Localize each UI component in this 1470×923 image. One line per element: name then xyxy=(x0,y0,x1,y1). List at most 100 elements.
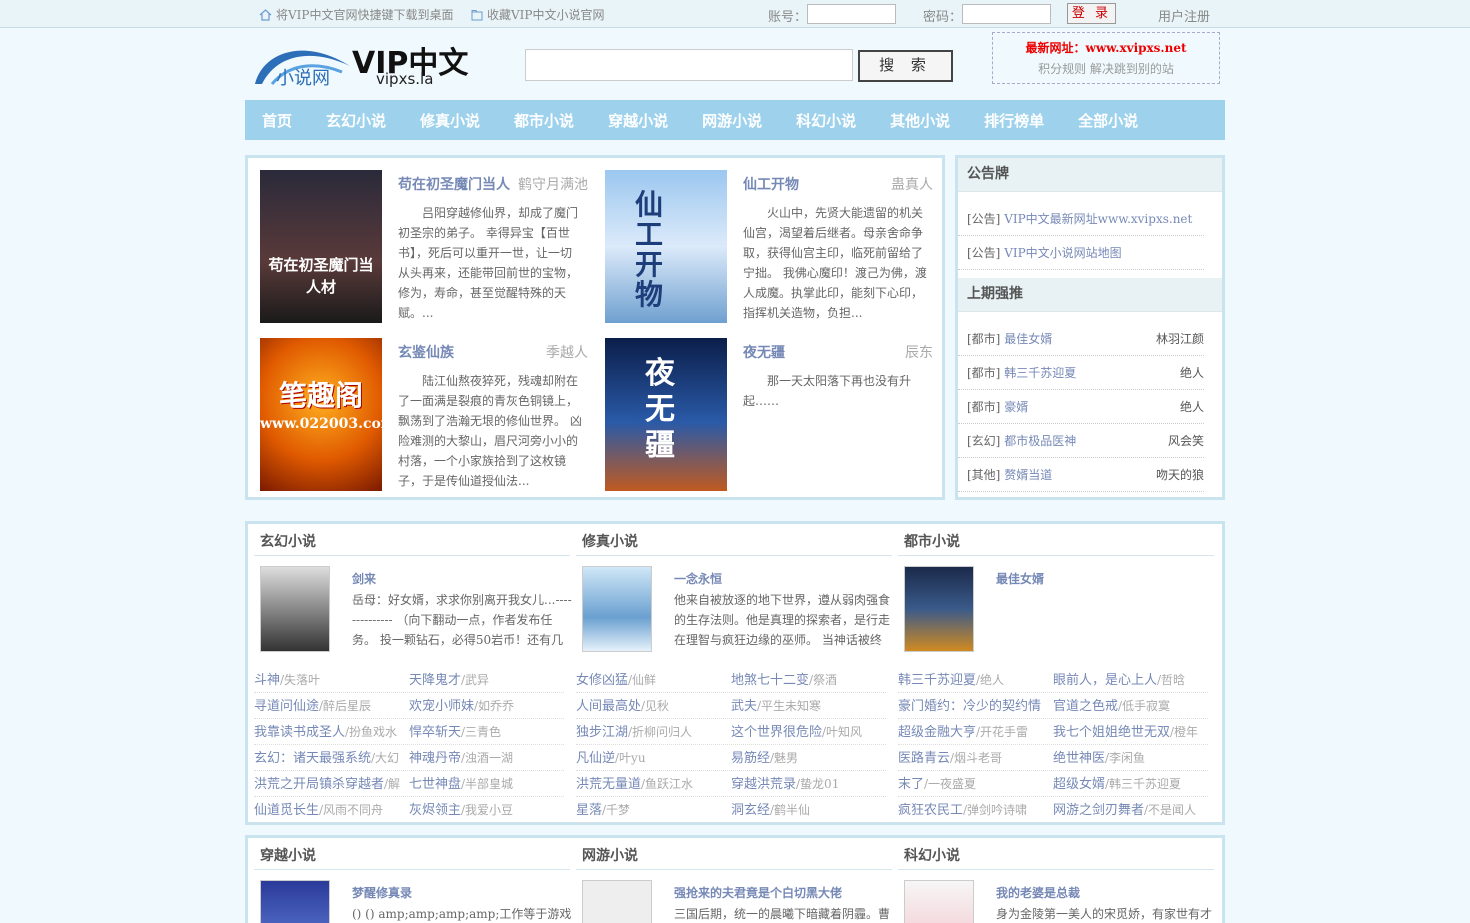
list-item-title[interactable]: 星落 xyxy=(576,803,602,818)
list-item[interactable]: 寻道问仙途/醉后星辰 xyxy=(254,693,409,718)
list-item[interactable]: 网游之剑刃舞者/不是闻人 xyxy=(1053,797,1208,822)
book-cover[interactable]: 笔趣阁 www.022003.com xyxy=(260,338,382,491)
recommend-item[interactable]: [都市] 韩三千苏迎夏 绝人 xyxy=(958,356,1204,390)
book-thumb[interactable] xyxy=(904,566,974,652)
list-item-title[interactable]: 仙道觅长生 xyxy=(254,803,319,818)
list-item[interactable]: 凡仙逆/叶yu xyxy=(576,745,731,770)
list-item-title[interactable]: 斗神 xyxy=(254,673,280,688)
list-item[interactable]: 斗神/失落叶 xyxy=(254,667,409,692)
list-item[interactable]: 洪荒无量道/鱼跃江水 xyxy=(576,771,731,796)
book-thumb[interactable] xyxy=(582,880,652,923)
nav-kehuan[interactable]: 科幻小说 xyxy=(796,110,856,131)
list-item-title[interactable]: 七世神盘 xyxy=(409,777,461,792)
list-item[interactable]: 疯狂农民工/弹剑吟诗啸 xyxy=(898,797,1053,822)
list-item[interactable]: 易筋经/魅男 xyxy=(731,745,886,770)
list-item-title[interactable]: 网游之剑刃舞者 xyxy=(1053,803,1144,818)
list-item[interactable]: 武夫/平生未知寒 xyxy=(731,693,886,718)
list-item[interactable]: 洞玄经/鹤半仙 xyxy=(731,797,886,822)
list-item[interactable]: 天降鬼才/武异 xyxy=(409,667,564,692)
list-item-title[interactable]: 神魂丹帝 xyxy=(409,751,461,766)
list-item-title[interactable]: 独步江湖 xyxy=(576,725,628,740)
nav-dushi[interactable]: 都市小说 xyxy=(514,110,574,131)
login-button[interactable]: 登 录 xyxy=(1067,3,1116,24)
nav-xuanhuan[interactable]: 玄幻小说 xyxy=(326,110,386,131)
nav-wangyou[interactable]: 网游小说 xyxy=(702,110,762,131)
list-item-title[interactable]: 凡仙逆 xyxy=(576,751,615,766)
nav-qita[interactable]: 其他小说 xyxy=(890,110,950,131)
list-item[interactable]: 仙道觅长生/风雨不同舟 xyxy=(254,797,409,822)
list-item-title[interactable]: 我靠读书成圣人 xyxy=(254,725,345,740)
section-featured-title[interactable]: 我的老婆是总裁 xyxy=(996,884,1080,901)
list-item[interactable]: 女修凶猛/仙鲜 xyxy=(576,667,731,692)
list-item-title[interactable]: 人间最高处 xyxy=(576,699,641,714)
list-item[interactable]: 欢宠小师妹/如乔乔 xyxy=(409,693,564,718)
list-item[interactable]: 七世神盘/半部皇城 xyxy=(409,771,564,796)
recommend-title-link[interactable]: 韩三千苏迎夏 xyxy=(1004,364,1076,381)
shortcut-link[interactable]: 将VIP中文官网快捷键下载到桌面 xyxy=(259,6,453,23)
list-item[interactable]: 我七个姐姐绝世无双/橙年 xyxy=(1053,719,1208,744)
list-item[interactable]: 穿越洪荒录/蛰龙01 xyxy=(731,771,886,796)
featured-title[interactable]: 夜无疆 xyxy=(743,342,785,362)
list-item[interactable]: 人间最高处/见秋 xyxy=(576,693,731,718)
book-cover[interactable]: 仙工开物 xyxy=(605,170,727,323)
book-cover[interactable]: 夜无疆 xyxy=(605,338,727,491)
list-item-title[interactable]: 玄幻：诸天最强系统 xyxy=(254,751,371,766)
section-featured-title[interactable]: 一念永恒 xyxy=(674,570,722,587)
favorite-link[interactable]: 收藏VIP中文小说官网 xyxy=(471,6,604,23)
list-item[interactable]: 独步江湖/折柳问归人 xyxy=(576,719,731,744)
list-item[interactable]: 洪荒之开局镇杀穿越者/解 xyxy=(254,771,409,796)
list-item-title[interactable]: 眼前人，是心上人 xyxy=(1053,673,1157,688)
list-item-title[interactable]: 天降鬼才 xyxy=(409,673,461,688)
list-item[interactable]: 这个世界很危险/叶知风 xyxy=(731,719,886,744)
list-item-title[interactable]: 洞玄经 xyxy=(731,803,770,818)
section-featured-title[interactable]: 最佳女婿 xyxy=(996,570,1044,587)
list-item-title[interactable]: 寻道问仙途 xyxy=(254,699,319,714)
list-item-title[interactable]: 末了 xyxy=(898,777,924,792)
list-item[interactable]: 绝世神医/李闲鱼 xyxy=(1053,745,1208,770)
recommend-title-link[interactable]: 最佳女婿 xyxy=(1004,330,1052,347)
list-item-title[interactable]: 疯狂农民工 xyxy=(898,803,963,818)
book-thumb[interactable] xyxy=(260,566,330,652)
nav-paihang[interactable]: 排行榜单 xyxy=(984,110,1044,131)
nav-home[interactable]: 首页 xyxy=(262,110,292,131)
featured-title[interactable]: 仙工开物 xyxy=(743,174,799,194)
notice-item[interactable]: [公告] VIP中文最新网址www.xvipxs.net xyxy=(958,202,1204,236)
list-item[interactable]: 超级女婿/韩三千苏迎夏 xyxy=(1053,771,1208,796)
search-button[interactable]: 搜 索 xyxy=(858,50,953,82)
list-item-title[interactable]: 穿越洪荒录 xyxy=(731,777,796,792)
list-item-title[interactable]: 我七个姐姐绝世无双 xyxy=(1053,725,1170,740)
recommend-item[interactable]: [都市] 豪婿 绝人 xyxy=(958,390,1204,424)
list-item[interactable]: 末了/一夜盛夏 xyxy=(898,771,1053,796)
book-cover[interactable]: 苟在初圣魔门当人材 xyxy=(260,170,382,323)
list-item[interactable]: 星落/千梦 xyxy=(576,797,731,822)
list-item-title[interactable]: 医路青云 xyxy=(898,751,950,766)
list-item-title[interactable]: 韩三千苏迎夏 xyxy=(898,673,976,688)
nav-xiuzhen[interactable]: 修真小说 xyxy=(420,110,480,131)
list-item-title[interactable]: 洪荒之开局镇杀穿越者 xyxy=(254,777,384,792)
list-item-title[interactable]: 武夫 xyxy=(731,699,757,714)
notice-item[interactable]: [公告] VIP中文小说网站地图 xyxy=(958,236,1204,270)
list-item[interactable]: 超级金融大亨/开花手雷 xyxy=(898,719,1053,744)
site-logo[interactable]: 小说网 VIP中文 vipxs.la xyxy=(252,40,472,92)
list-item-title[interactable]: 超级女婿 xyxy=(1053,777,1105,792)
section-featured-title[interactable]: 剑来 xyxy=(352,570,376,587)
recommend-title-link[interactable]: 赘婿当道 xyxy=(1004,466,1052,483)
section-featured-title[interactable]: 梦醒修真录 xyxy=(352,884,412,901)
list-item-title[interactable]: 豪门婚约：冷少的契约情 xyxy=(898,699,1041,714)
points-rules-link[interactable]: 积分规则 解决跳到别的站 xyxy=(993,60,1219,77)
list-item[interactable]: 我靠读书成圣人/扮鱼戏水 xyxy=(254,719,409,744)
list-item-title[interactable]: 绝世神医 xyxy=(1053,751,1105,766)
list-item[interactable]: 灰烬领主/我爱小豆 xyxy=(409,797,564,822)
list-item[interactable]: 官道之色戒/低手寂寞 xyxy=(1053,693,1208,718)
featured-title[interactable]: 苟在初圣魔门当人 xyxy=(398,174,510,194)
register-link[interactable]: 用户注册 xyxy=(1158,6,1210,25)
nav-quanbu[interactable]: 全部小说 xyxy=(1078,110,1138,131)
list-item[interactable]: 玄幻：诸天最强系统/大幻 xyxy=(254,745,409,770)
list-item[interactable]: 神魂丹帝/浊酒一湖 xyxy=(409,745,564,770)
list-item-title[interactable]: 这个世界很危险 xyxy=(731,725,822,740)
list-item[interactable]: 眼前人，是心上人/哲晗 xyxy=(1053,667,1208,692)
password-input[interactable] xyxy=(962,4,1051,24)
recommend-item[interactable]: [玄幻] 都市极品医神 风会笑 xyxy=(958,424,1204,458)
nav-chuanyue[interactable]: 穿越小说 xyxy=(608,110,668,131)
list-item-title[interactable]: 地煞七十二变 xyxy=(731,673,809,688)
